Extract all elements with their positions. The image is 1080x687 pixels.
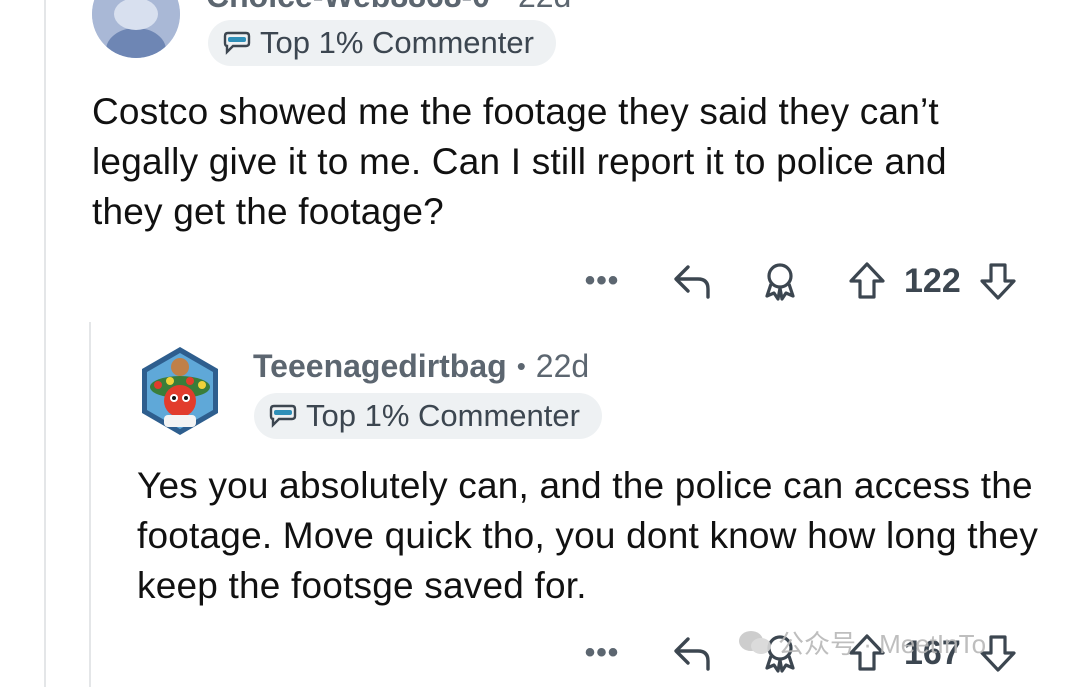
- username[interactable]: Teeenagedirtbag: [253, 348, 507, 385]
- upvote-button[interactable]: [844, 260, 890, 302]
- reply-icon: [674, 265, 710, 299]
- reply-icon: [674, 637, 710, 671]
- reply-button[interactable]: [666, 633, 718, 673]
- commenter-badge[interactable]: Top 1% Commenter: [208, 20, 556, 66]
- timestamp: 22d: [535, 348, 590, 384]
- award-button[interactable]: [756, 260, 804, 302]
- wechat-icon: [739, 630, 771, 654]
- avatar[interactable]: [92, 0, 180, 58]
- commenter-badge-icon: [223, 31, 251, 55]
- avatar[interactable]: [138, 345, 222, 437]
- watermark-text: 公众号 · MeetInTo: [778, 629, 987, 659]
- badge-label: Top 1% Commenter: [260, 25, 534, 60]
- vote-count: 122: [904, 261, 961, 300]
- thread-line-inner[interactable]: [89, 322, 91, 687]
- commenter-badge-icon: [269, 404, 297, 428]
- more-options-button[interactable]: •••: [582, 264, 622, 298]
- comment-body: Costco showed me the footage they said t…: [92, 91, 947, 232]
- reply-button[interactable]: [666, 261, 718, 301]
- comment-body: Yes you absolutely can, and the police c…: [137, 465, 1039, 606]
- more-icon: •••: [584, 636, 620, 669]
- commenter-badge[interactable]: Top 1% Commenter: [254, 393, 602, 439]
- downvote-button[interactable]: [975, 260, 1021, 302]
- username-row: Teeenagedirtbag • 22d: [253, 348, 589, 385]
- downvote-icon: [980, 263, 1016, 300]
- timestamp: 22d: [518, 0, 571, 15]
- username[interactable]: Choice-Web8868-0: [206, 0, 490, 15]
- more-icon: •••: [584, 264, 620, 297]
- award-icon: [765, 263, 795, 301]
- username-row: Choice-Web8868-0 22d: [206, 0, 571, 15]
- more-options-button[interactable]: •••: [582, 636, 622, 670]
- snoo-avatar-icon: [142, 347, 218, 435]
- upvote-icon: [849, 262, 885, 299]
- separator-dot: •: [516, 351, 526, 381]
- watermark: 公众号 · MeetInTo: [738, 624, 986, 661]
- snoo-avatar-icon: [92, 0, 180, 58]
- badge-label: Top 1% Commenter: [306, 398, 580, 433]
- comment-actions: ••• 122: [582, 258, 1021, 304]
- thread-line-outer: [44, 0, 46, 687]
